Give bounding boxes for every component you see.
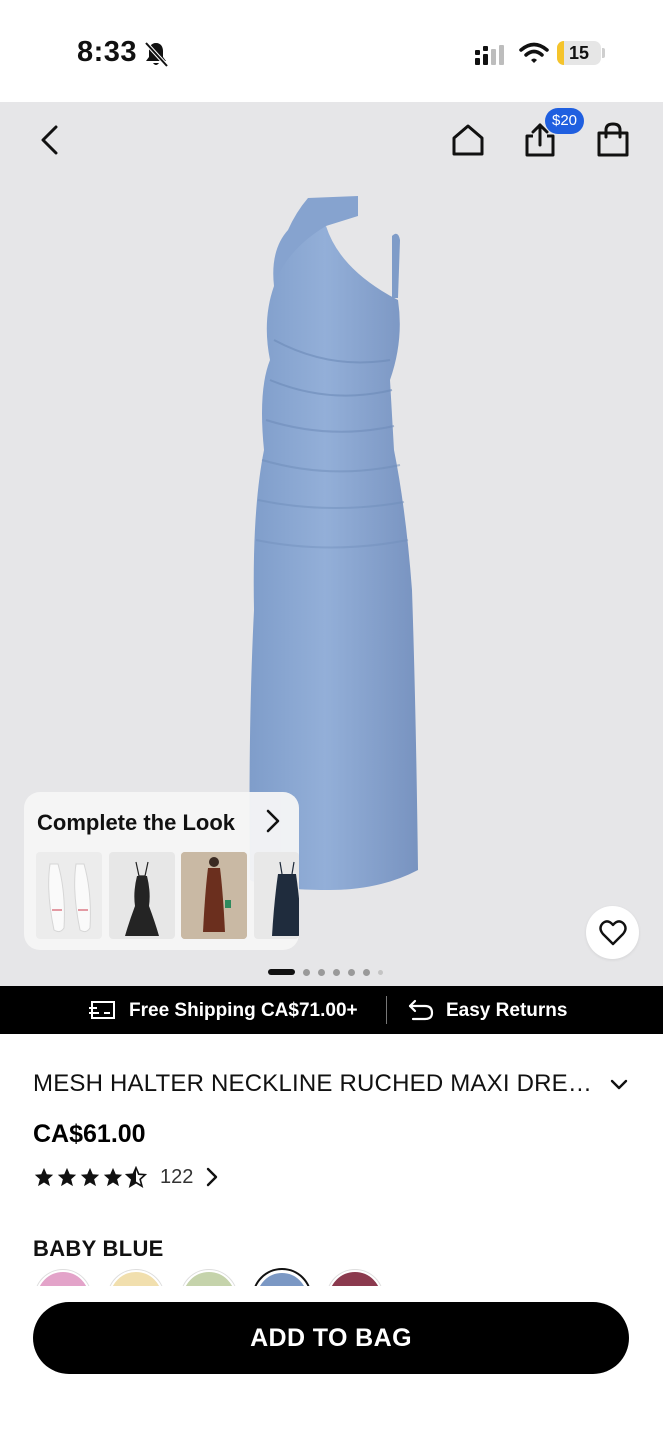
- selected-color-label: BABY BLUE: [33, 1236, 164, 1261]
- share-reward-badge[interactable]: $20: [545, 108, 585, 134]
- add-to-bag-button[interactable]: ADD TO BAG: [33, 1302, 629, 1374]
- status-time: 8:33: [77, 36, 138, 68]
- product-gallery[interactable]: $20 Complete the Look: [0, 102, 663, 986]
- star-filled-icon: [80, 1167, 100, 1187]
- pager-dot[interactable]: [363, 968, 370, 976]
- easy-returns-text: Easy Returns: [446, 1000, 568, 1021]
- battery-level: 15: [568, 43, 590, 63]
- look-item-black-dress[interactable]: [109, 852, 175, 939]
- review-count: 122: [160, 1165, 194, 1188]
- color-swatch[interactable]: [327, 1270, 383, 1286]
- wifi-icon: [519, 42, 549, 63]
- wishlist-button[interactable]: [586, 906, 639, 959]
- look-item-brown-dress[interactable]: [181, 852, 247, 939]
- color-swatch[interactable]: [108, 1270, 164, 1286]
- chevron-right-icon[interactable]: [262, 808, 284, 834]
- pager-dot[interactable]: [268, 969, 295, 975]
- battery-icon: 15: [557, 41, 601, 65]
- back-button[interactable]: [26, 116, 74, 164]
- shopping-bag-icon: [597, 122, 629, 157]
- chevron-right-icon[interactable]: [205, 1166, 219, 1188]
- star-filled-icon: [103, 1167, 123, 1187]
- black-dress-thumbnail: [125, 861, 159, 936]
- pager-dot[interactable]: [318, 968, 325, 976]
- battery-cap: [602, 48, 605, 58]
- color-swatch[interactable]: [35, 1270, 91, 1286]
- bell-slash-icon: [144, 41, 169, 68]
- signal-icon: [475, 45, 504, 65]
- look-item-navy-dress[interactable]: [254, 852, 299, 939]
- home-button[interactable]: [444, 116, 492, 164]
- free-shipping-text: Free Shipping CA$71.00+: [129, 1000, 358, 1021]
- star-filled-icon: [34, 1167, 54, 1187]
- product-title[interactable]: MESH HALTER NECKLINE RUCHED MAXI DRESS: [33, 1070, 593, 1098]
- color-swatch[interactable]: [254, 1270, 310, 1286]
- shipping-divider: [386, 996, 387, 1024]
- gallery-pager: [268, 968, 383, 976]
- pager-dot[interactable]: [378, 969, 383, 975]
- pager-dot[interactable]: [303, 968, 310, 976]
- navy-dress-thumbnail: [272, 861, 299, 936]
- home-icon: [452, 124, 484, 156]
- bag-button[interactable]: [589, 116, 637, 164]
- product-price: CA$61.00: [33, 1120, 146, 1148]
- flats-thumbnail: [48, 863, 91, 933]
- brown-dress-thumbnail: [181, 852, 247, 939]
- returns-arrow-icon: [408, 999, 434, 1021]
- heart-icon: [598, 919, 627, 945]
- complete-the-look-title: Complete the Look: [37, 810, 236, 835]
- pager-dot[interactable]: [333, 968, 340, 976]
- shipping-truck-icon: [89, 1001, 115, 1019]
- pager-dot[interactable]: [348, 968, 355, 976]
- shipping-banner[interactable]: Free Shipping CA$71.00+ Easy Returns: [0, 986, 663, 1034]
- look-item-flats[interactable]: [36, 852, 102, 939]
- status-bar: 8:33 15: [0, 0, 663, 102]
- star-half-icon: [125, 1166, 147, 1188]
- chevron-down-icon[interactable]: [606, 1072, 632, 1098]
- color-swatch-row[interactable]: [33, 1268, 633, 1286]
- star-filled-icon: [57, 1167, 77, 1187]
- color-swatch[interactable]: [181, 1270, 237, 1286]
- rating-row[interactable]: 122: [33, 1165, 219, 1189]
- complete-the-look-card[interactable]: Complete the Look: [24, 792, 299, 950]
- back-arrow-icon: [41, 125, 58, 155]
